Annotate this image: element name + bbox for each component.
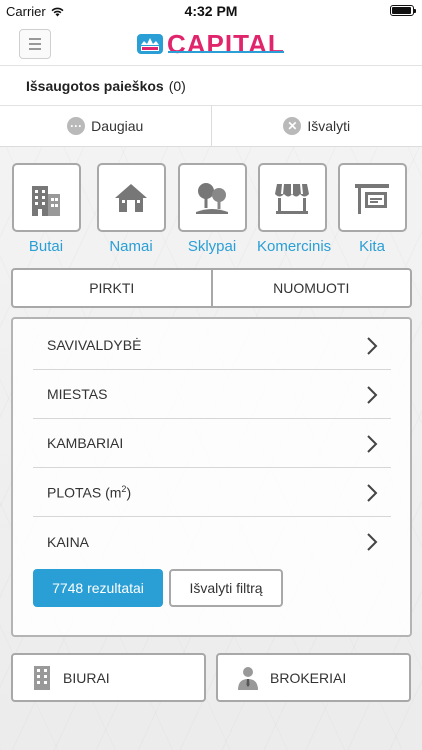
type-label: Butai [28, 238, 64, 255]
filter-area[interactable]: PLOTAS (m2) [33, 468, 391, 517]
type-butai[interactable]: Butai [11, 163, 81, 255]
saved-searches-row[interactable]: Išsaugotos paieškos (0) [0, 66, 422, 106]
menu-line [29, 38, 41, 40]
brokers-button[interactable]: BROKERIAI [216, 653, 411, 702]
deal-type-toggle: PIRKTI NUOMUOTI [11, 268, 412, 308]
type-icon-box [177, 163, 247, 232]
clear-icon: ✕ [283, 117, 302, 135]
filter-label-text: PLOTAS (m [47, 484, 122, 501]
filter-city[interactable]: MIESTAS [33, 370, 391, 419]
filter-label-tail: ) [126, 484, 132, 501]
status-bar: Carrier 4:32 PM [0, 0, 422, 22]
menu-line [29, 48, 41, 50]
shop-awning-icon [275, 183, 309, 214]
hamburger-menu-button[interactable] [19, 29, 51, 59]
filter-label: KAMBARIAI [47, 435, 124, 451]
type-komercinis[interactable]: Komercinis [257, 163, 332, 255]
chevron-right-icon [367, 337, 378, 355]
type-label: Kita [359, 238, 385, 255]
broker-person-icon [238, 666, 258, 690]
type-icon-box [337, 163, 407, 232]
type-namai[interactable]: Namai [96, 163, 166, 255]
filter-price[interactable]: KAINA [33, 517, 391, 566]
logo-text: CAPITAL [167, 29, 285, 59]
type-label: Sklypai [187, 238, 237, 255]
clock: 4:32 PM [184, 3, 238, 19]
more-icon: ··· [67, 117, 86, 135]
rent-tab[interactable]: NUOMUOTI [210, 270, 411, 306]
logo-underline [168, 51, 284, 53]
brokers-label: BROKERIAI [270, 669, 347, 686]
filter-label: KAINA [47, 533, 90, 550]
more-label: Daugiau [91, 118, 144, 134]
filter-label: MIESTAS [47, 386, 108, 402]
type-sklypai[interactable]: Sklypai [177, 163, 247, 255]
type-kita[interactable]: Kita [337, 163, 407, 255]
top-nav-bar: CAPITAL [0, 22, 422, 66]
chevron-right-icon [367, 484, 378, 502]
action-row: ··· Daugiau ✕ Išvalyti [0, 106, 422, 147]
logo-mark-icon [137, 34, 163, 54]
buy-tab[interactable]: PIRKTI [13, 270, 211, 306]
saved-searches-count: (0) [168, 77, 186, 94]
chevron-right-icon [367, 533, 378, 551]
type-icon-box [11, 163, 81, 232]
filter-rooms[interactable]: KAMBARIAI [33, 419, 391, 468]
offices-button[interactable]: BIURAI [11, 653, 206, 702]
clear-button[interactable]: ✕ Išvalyti [210, 106, 422, 146]
saved-searches-label: Išsaugotos paieškos [26, 77, 164, 94]
filter-label: PLOTAS (m2) [47, 484, 131, 501]
clear-label: Išvalyti [307, 118, 351, 134]
land-trees-icon [196, 182, 228, 214]
type-label: Namai [109, 238, 153, 255]
type-icon-box [96, 163, 166, 232]
battery-icon [390, 5, 416, 16]
clear-filter-button[interactable]: Išvalyti filtrą [169, 569, 283, 607]
filter-label: SAVIVALDYBĖ [47, 337, 142, 353]
more-button[interactable]: ··· Daugiau [0, 106, 211, 146]
menu-line [29, 43, 41, 45]
show-results-button[interactable]: 7748 rezultatai [33, 569, 163, 607]
property-type-selector: Butai Namai Sklypai Komercinis Kita [11, 163, 412, 263]
house-icon [115, 183, 147, 212]
capital-logo[interactable]: CAPITAL [137, 28, 285, 60]
type-icon-box [257, 163, 327, 232]
type-label: Komercinis [257, 238, 332, 255]
office-building-icon [34, 665, 50, 690]
filter-municipality[interactable]: SAVIVALDYBĖ [33, 321, 391, 370]
chevron-right-icon [367, 435, 378, 453]
chevron-right-icon [367, 386, 378, 404]
apartment-building-icon [32, 185, 60, 216]
offices-label: BIURAI [63, 669, 110, 686]
sign-board-icon [355, 183, 389, 214]
filters-panel: SAVIVALDYBĖ MIESTAS KAMBARIAI PLOTAS (m2… [11, 317, 412, 637]
